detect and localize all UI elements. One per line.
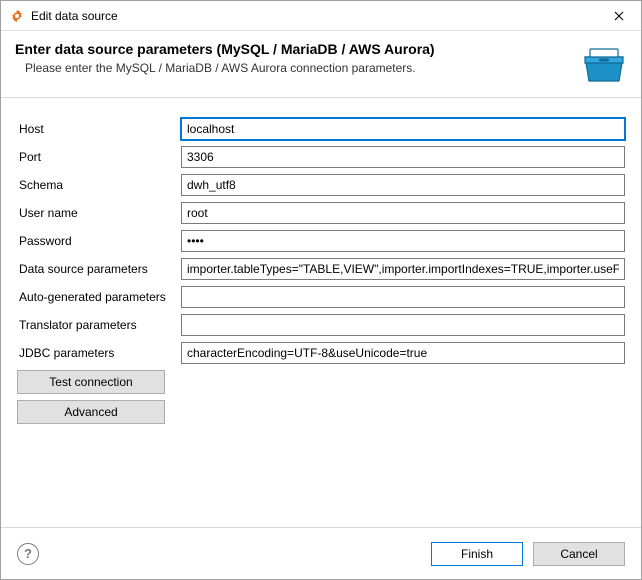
input-user[interactable]	[181, 202, 625, 224]
row-schema: Schema	[17, 174, 625, 196]
row-password: Password	[17, 230, 625, 252]
row-translator: Translator parameters	[17, 314, 625, 336]
label-user: User name	[17, 206, 181, 220]
help-icon[interactable]: ?	[17, 543, 39, 565]
gear-icon	[9, 8, 25, 24]
test-connection-button[interactable]: Test connection	[17, 370, 165, 394]
close-button[interactable]	[597, 1, 641, 31]
window-title: Edit data source	[31, 9, 597, 23]
filebox-icon	[581, 43, 627, 83]
row-autogen: Auto-generated parameters	[17, 286, 625, 308]
banner-heading: Enter data source parameters (MySQL / Ma…	[15, 41, 571, 57]
row-user: User name	[17, 202, 625, 224]
finish-button[interactable]: Finish	[431, 542, 523, 566]
label-password: Password	[17, 234, 181, 248]
label-dsparams: Data source parameters	[17, 262, 181, 276]
row-port: Port	[17, 146, 625, 168]
input-autogen[interactable]	[181, 286, 625, 308]
label-autogen: Auto-generated parameters	[17, 290, 181, 304]
footer: ? Finish Cancel	[1, 527, 641, 579]
banner-text: Enter data source parameters (MySQL / Ma…	[15, 41, 571, 75]
cancel-button[interactable]: Cancel	[533, 542, 625, 566]
input-jdbc[interactable]	[181, 342, 625, 364]
label-jdbc: JDBC parameters	[17, 346, 181, 360]
input-dsparams[interactable]	[181, 258, 625, 280]
input-schema[interactable]	[181, 174, 625, 196]
input-port[interactable]	[181, 146, 625, 168]
row-dsparams: Data source parameters	[17, 258, 625, 280]
label-port: Port	[17, 150, 181, 164]
titlebar: Edit data source	[1, 1, 641, 31]
input-password[interactable]	[181, 230, 625, 252]
label-translator: Translator parameters	[17, 318, 181, 332]
banner-subheading: Please enter the MySQL / MariaDB / AWS A…	[25, 61, 571, 75]
input-host[interactable]	[181, 118, 625, 140]
banner: Enter data source parameters (MySQL / Ma…	[1, 31, 641, 98]
advanced-button[interactable]: Advanced	[17, 400, 165, 424]
row-host: Host	[17, 118, 625, 140]
input-translator[interactable]	[181, 314, 625, 336]
form-area: Host Port Schema User name Password Data…	[1, 98, 641, 527]
label-host: Host	[17, 122, 181, 136]
row-jdbc: JDBC parameters	[17, 342, 625, 364]
label-schema: Schema	[17, 178, 181, 192]
